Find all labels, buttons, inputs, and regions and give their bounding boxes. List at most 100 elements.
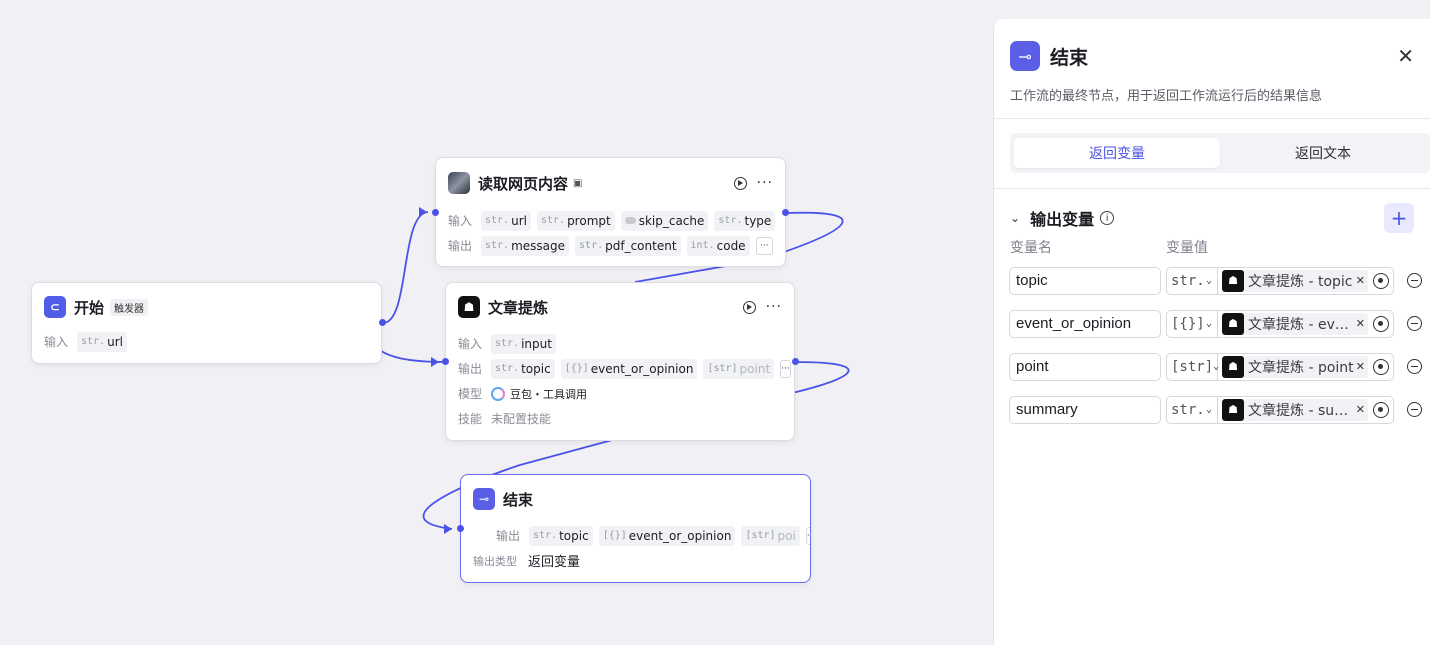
variable-row: topic str. ⌄ ☗ 文章提炼 - topic ✕: [994, 259, 1430, 302]
type-select[interactable]: [{}] ⌄: [1167, 310, 1218, 337]
param-chip: str. prompt: [536, 210, 615, 231]
node-outputs-row: 输出 str. topic [{}] event_or_opinion [str] p…: [461, 523, 810, 548]
clear-reference-icon[interactable]: ✕: [1356, 274, 1365, 287]
type-label: [str]: [1171, 358, 1214, 375]
type-select[interactable]: str. ⌄: [1167, 396, 1218, 423]
node-outputs-row: 输出 str. topic [{}] event_or_opinion [str] p…: [446, 356, 794, 381]
variable-name-input[interactable]: event_or_opinion: [1009, 309, 1161, 338]
end-icon: ⊸: [1010, 41, 1040, 71]
node-title: 读取网页内容: [478, 174, 569, 193]
workflow-canvas[interactable]: 读取网页内容 ▣ ··· 输入 str. url str. prompt skip_…: [0, 0, 993, 645]
reference-text: 文章提炼 - event_or_opinion: [1248, 316, 1354, 333]
node-end[interactable]: ⊸ 结束 输出 str. topic [{}] event_or_opinion […: [460, 474, 811, 583]
port-end-in[interactable]: [457, 525, 464, 532]
add-variable-button[interactable]: +: [1384, 203, 1414, 233]
port-read-in[interactable]: [432, 209, 439, 216]
param-chip: [str] poi: [741, 525, 800, 546]
clear-reference-icon[interactable]: ✕: [1356, 317, 1365, 330]
select-reference-icon[interactable]: [1373, 272, 1389, 289]
llm-icon: ☗: [1222, 312, 1244, 335]
node-title: 文章提炼: [488, 298, 549, 317]
remove-variable-icon[interactable]: [1407, 359, 1422, 374]
llm-icon: ☗: [458, 296, 480, 318]
port-article-in[interactable]: [442, 358, 449, 365]
variable-row: point [str] ⌄ ☗ 文章提炼 - point ✕: [994, 345, 1430, 388]
reference-chip: ☗ 文章提炼 - event_or_opinion ✕: [1222, 312, 1368, 335]
variable-row: event_or_opinion [{}]⌄ ☗ 文章提炼 - event_or…: [994, 302, 1430, 345]
node-outputs-row: 输出 str. message str. pdf_content int. code …: [436, 233, 785, 258]
param-chip: [str] point: [703, 358, 775, 379]
param-chip: str. message: [481, 235, 570, 256]
remove-variable-icon[interactable]: [1407, 402, 1422, 417]
node-start[interactable]: ⊂ 开始 触发器 输入 str. url: [31, 282, 382, 364]
param-chip: str. pdf_content: [575, 235, 681, 256]
port-read-out[interactable]: [782, 209, 789, 216]
divider: [994, 118, 1430, 119]
section-title: 输出变量: [1030, 210, 1095, 229]
param-chip: str. topic: [529, 525, 593, 546]
llm-icon: ☗: [1222, 355, 1244, 378]
node-read-webpage[interactable]: 读取网页内容 ▣ ··· 输入 str. url str. prompt skip_…: [435, 157, 786, 267]
variable-value-field: [{}]⌄ ☗ 文章提炼 - event_or_opinion ✕: [1166, 309, 1394, 338]
type-label: str.: [1171, 401, 1205, 418]
output-variables-header: ⌄ 输出变量 i +: [994, 203, 1430, 233]
clear-reference-icon[interactable]: ✕: [1356, 403, 1365, 416]
reference-chip: ☗ 文章提炼 - point ✕: [1222, 355, 1368, 378]
reference-text: 文章提炼 - topic: [1248, 273, 1353, 290]
close-icon[interactable]: ✕: [1397, 44, 1414, 68]
model-name: 豆包・工具调用: [510, 387, 587, 401]
chevron-down-icon: ⌄: [1205, 275, 1212, 286]
node-article-extract[interactable]: ☗ 文章提炼 ··· 输入 str. input 输出 str. topic [{}…: [445, 282, 795, 441]
port-article-out[interactable]: [792, 358, 799, 365]
type-label: [{}]: [1171, 315, 1205, 332]
variable-list: topic str. ⌄ ☗ 文章提炼 - topic ✕ event_or_op…: [994, 259, 1430, 431]
reference-chip: ☗ 文章提炼 - summary ✕: [1222, 398, 1368, 421]
param-chip: str. type: [714, 210, 776, 231]
clear-reference-icon[interactable]: ✕: [1356, 360, 1365, 373]
variable-value-field: [str] ⌄ ☗ 文章提炼 - point ✕: [1166, 352, 1394, 381]
type-select[interactable]: str. ⌄: [1167, 267, 1218, 294]
llm-icon: ☗: [1222, 398, 1244, 421]
more-options-button[interactable]: ···: [757, 176, 773, 190]
variable-name-input[interactable]: topic: [1009, 266, 1161, 295]
tab-return-text[interactable]: 返回文本: [1220, 138, 1426, 168]
type-select[interactable]: [str] ⌄: [1167, 353, 1220, 380]
variable-row: summary str.⌄ ☗ 文章提炼 - summary ✕: [994, 388, 1430, 431]
remove-variable-icon[interactable]: [1407, 273, 1422, 288]
more-params-button[interactable]: ···: [780, 359, 791, 378]
reference-chip: ☗ 文章提炼 - topic ✕: [1222, 269, 1368, 292]
variable-name-input[interactable]: point: [1009, 352, 1161, 381]
output-type-value: 返回变量: [528, 555, 581, 570]
remove-variable-icon[interactable]: [1407, 316, 1422, 331]
reference-text: 文章提炼 - point: [1248, 359, 1354, 376]
param-chip: int. code: [686, 235, 750, 256]
select-reference-icon[interactable]: [1373, 315, 1389, 332]
skill-value: 未配置技能: [491, 412, 552, 426]
more-params-button[interactable]: ···: [805, 526, 810, 545]
return-mode-tabs: 返回变量 返回文本: [1010, 133, 1430, 173]
param-chip: skip_cache: [620, 210, 709, 231]
column-headers: 变量名 变量值: [994, 237, 1430, 259]
more-params-button[interactable]: ···: [755, 236, 773, 255]
info-icon[interactable]: i: [1100, 211, 1115, 225]
end-node-panel: ⊸ 结束 ✕ 工作流的最终节点，用于返回工作流运行后的结果信息 返回变量 返回文…: [993, 19, 1430, 645]
start-icon: ⊂: [44, 296, 66, 318]
tab-return-variables[interactable]: 返回变量: [1014, 138, 1220, 168]
edge-start-to-read[interactable]: [382, 211, 429, 324]
node-inputs-row: 输入 str. url: [32, 329, 381, 354]
select-reference-icon[interactable]: [1373, 358, 1389, 375]
variable-name-input[interactable]: summary: [1009, 395, 1161, 424]
param-chip: str. topic: [491, 358, 555, 379]
run-node-button[interactable]: [742, 300, 756, 314]
node-title: 开始: [74, 298, 105, 317]
edge-start-to-article[interactable]: [372, 322, 446, 363]
arrow-end-input: [444, 524, 452, 534]
run-node-button[interactable]: [733, 176, 747, 190]
chevron-down-icon[interactable]: ⌄: [1010, 211, 1020, 225]
port-start-out[interactable]: [379, 319, 386, 326]
doubao-model-icon: [491, 386, 505, 401]
select-reference-icon[interactable]: [1373, 401, 1389, 418]
chevron-down-icon: ⌄: [1213, 361, 1220, 372]
more-options-button[interactable]: ···: [766, 300, 782, 314]
node-skill-row: 技能 未配置技能: [458, 412, 552, 426]
